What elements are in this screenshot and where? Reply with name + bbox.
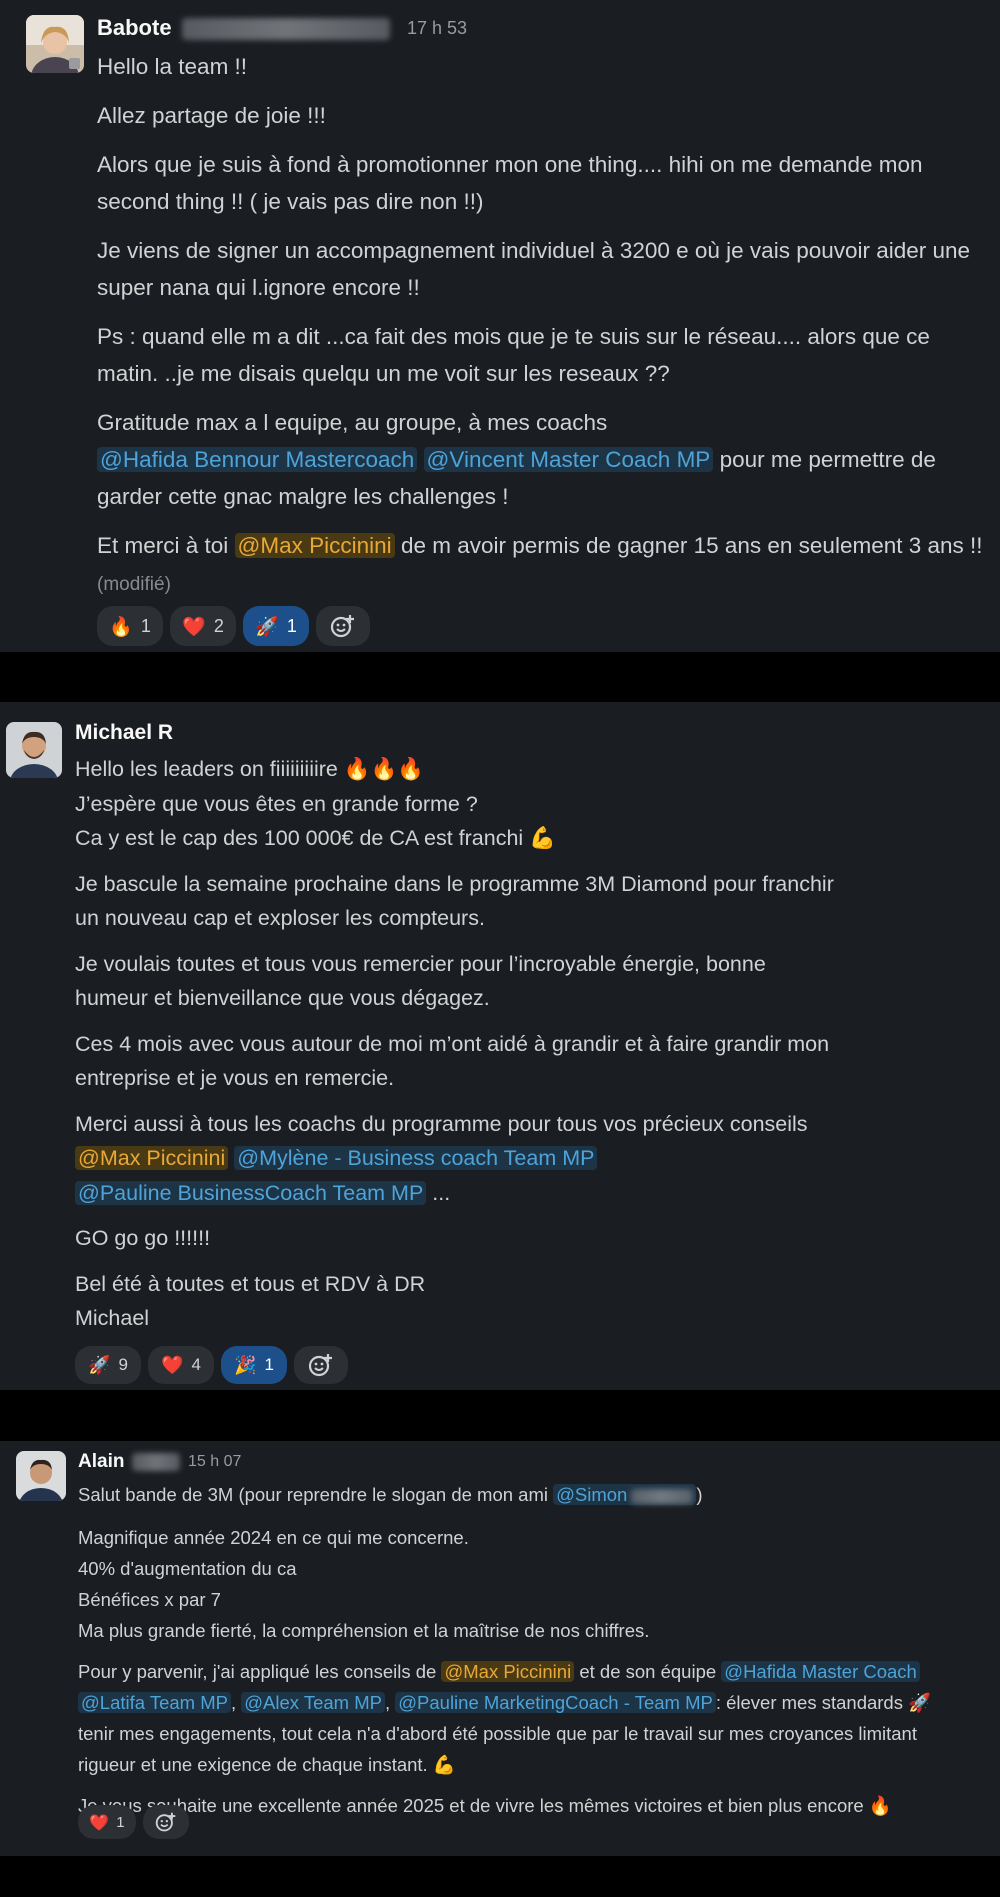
presence-status-icon	[69, 58, 80, 69]
message-paragraph: Alors que je suis à fond à promotionner …	[97, 152, 923, 214]
mention-link[interactable]: @Alex Team MP	[241, 1692, 385, 1713]
avatar-portrait	[16, 1451, 66, 1501]
party-popper-icon: 🎉	[234, 1354, 257, 1376]
message-body: Salut bande de 3M (pour reprendre le slo…	[78, 1479, 1000, 1821]
timestamp[interactable]: 15 h 07	[188, 1453, 241, 1471]
fire-icon: 🔥	[109, 615, 133, 638]
heart-icon: ❤️	[89, 1812, 110, 1832]
reaction-pill[interactable]: 🎉 1	[221, 1346, 287, 1384]
message-babote: Babote 17 h 53 Hello la team !! Allez pa…	[0, 0, 1000, 652]
message-paragraph: GO go go !!!!!!	[75, 1226, 211, 1250]
mention-link[interactable]: @Pauline MarketingCoach - Team MP	[395, 1692, 716, 1713]
message-paragraph: Gratitude max a l equipe, au groupe, à m…	[97, 410, 936, 509]
mention-link[interactable]: @Pauline BusinessCoach Team MP	[75, 1180, 427, 1205]
redacted-name	[631, 1488, 694, 1504]
mention-link[interactable]: @Max Piccinini	[75, 1146, 229, 1170]
reaction-pill[interactable]: ❤️ 1	[78, 1805, 136, 1839]
message-line: Bel été à toutes et tous et RDV à DR	[75, 1271, 426, 1296]
message-paragraph: Ces 4 mois avec vous autour de moi m’ont…	[75, 1031, 830, 1091]
message-line: J’espère que vous êtes en grande forme ?	[75, 791, 478, 816]
message-paragraph: Hello la team !!	[97, 54, 248, 79]
message-paragraph: Allez partage de joie !!!	[97, 103, 326, 128]
message-paragraph: Pour y parvenir, j'ai appliqué les conse…	[78, 1661, 932, 1775]
mention-link[interactable]: @Max Piccinini	[441, 1661, 575, 1682]
mention-link[interactable]: @Latifa Team MP	[78, 1692, 231, 1713]
message-line: Magnifique année 2024 en ce qui me conce…	[78, 1527, 469, 1548]
author-name[interactable]: Alain	[78, 1450, 180, 1474]
message-line: Bénéfices x par 7	[78, 1589, 221, 1610]
avatar-portrait	[6, 722, 62, 778]
add-reaction-button[interactable]	[316, 606, 370, 646]
message-paragraph: Merci aussi à tous les coachs du program…	[75, 1111, 808, 1205]
message-paragraph: Je voulais toutes et tous vous remercier…	[75, 951, 766, 1011]
message-paragraph: Et merci à toi @Max Piccinini de m avoir…	[97, 533, 983, 595]
message-line: Je vous souhaite une excellente année 20…	[78, 1795, 892, 1816]
reaction-pill[interactable]: ❤️ 4	[148, 1346, 214, 1384]
edited-label: (modifié)	[97, 574, 171, 595]
mention-link[interactable]: @Hafida Master Coach	[721, 1661, 920, 1682]
mention-link[interactable]: @Vincent Master Coach MP	[423, 447, 714, 472]
mention-link[interactable]: @Max Piccinini	[234, 533, 395, 558]
add-reaction-icon	[155, 1812, 176, 1832]
reaction-pill[interactable]: 🔥 1	[97, 606, 163, 646]
message-line: Hello les leaders on fiiiiiiiiire 🔥🔥🔥	[75, 757, 425, 781]
add-reaction-icon	[308, 1354, 332, 1377]
message-line: Salut bande de 3M (pour reprendre le slo…	[78, 1484, 703, 1505]
message-paragraph: Je bascule la semaine prochaine dans le …	[75, 871, 834, 931]
redacted-name	[131, 1452, 180, 1471]
message-body: Hello les leaders on fiiiiiiiiire 🔥🔥🔥 J’…	[75, 752, 990, 1336]
avatar[interactable]	[16, 1451, 66, 1501]
author-name[interactable]: Babote	[97, 14, 390, 42]
message-body: Hello la team !! Allez partage de joie !…	[97, 48, 987, 603]
author-name[interactable]: Michael R	[75, 720, 173, 746]
reactions-bar: 🚀 9 ❤️ 4 🎉 1	[75, 1346, 355, 1384]
heart-icon: ❤️	[182, 615, 206, 638]
mention-link[interactable]: @Mylène - Business coach Team MP	[234, 1146, 598, 1170]
reaction-pill[interactable]: 🚀 1	[243, 606, 309, 646]
add-reaction-icon	[330, 615, 354, 638]
mention-link[interactable]: @Simon	[553, 1484, 697, 1505]
reactions-bar: ❤️ 1	[78, 1805, 196, 1839]
redacted-name	[181, 18, 390, 41]
message-alain: Alain 15 h 07 Salut bande de 3M (pour re…	[0, 1441, 1000, 1856]
mention-link[interactable]: @Hafida Bennour Mastercoach	[97, 447, 418, 472]
add-reaction-button[interactable]	[294, 1346, 348, 1384]
heart-icon: ❤️	[161, 1354, 184, 1376]
reaction-pill[interactable]: 🚀 9	[75, 1346, 141, 1384]
rocket-icon: 🚀	[255, 615, 279, 638]
message-line: Michael	[75, 1306, 150, 1330]
add-reaction-button[interactable]	[143, 1805, 189, 1839]
message-line: Ma plus grande fierté, la compréhension …	[78, 1620, 650, 1641]
reactions-bar: 🔥 1 ❤️ 2 🚀 1	[97, 606, 377, 646]
rocket-icon: 🚀	[88, 1354, 111, 1376]
reaction-pill[interactable]: ❤️ 2	[170, 606, 236, 646]
message-michael: Michael R Hello les leaders on fiiiiiiii…	[0, 702, 1000, 1390]
message-line: 40% d'augmentation du ca	[78, 1558, 297, 1579]
message-line: Ca y est le cap des 100 000€ de CA est f…	[75, 826, 556, 850]
avatar[interactable]	[6, 722, 62, 778]
message-paragraph: Ps : quand elle m a dit ...ca fait des m…	[97, 324, 930, 386]
message-paragraph: Je viens de signer un accompagnement ind…	[97, 238, 971, 300]
timestamp[interactable]: 17 h 53	[407, 18, 467, 39]
